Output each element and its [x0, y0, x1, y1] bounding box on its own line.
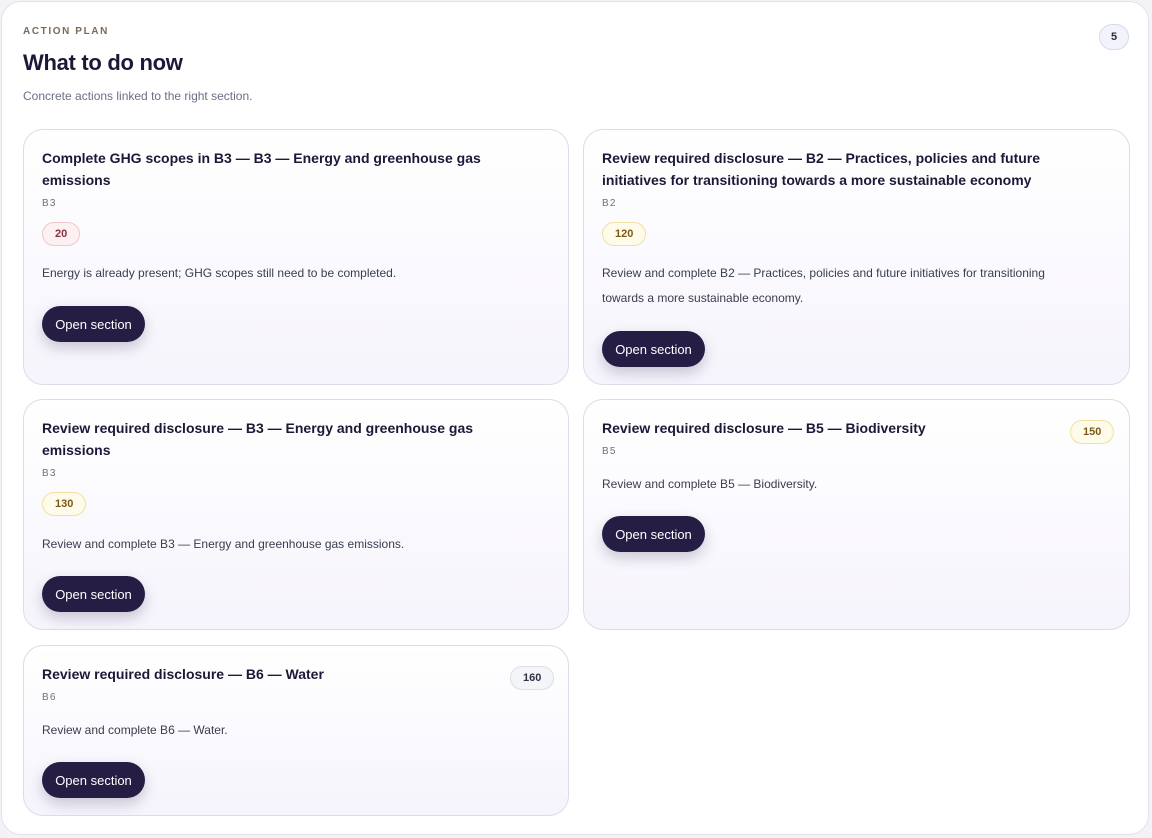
open-section-button[interactable]: Open section [602, 331, 705, 367]
card-title: Review required disclosure — B5 — Biodiv… [602, 420, 926, 436]
page-title: What to do now [23, 50, 183, 75]
card-title: Review required disclosure — B2 — Practi… [602, 150, 1041, 188]
action-card: Review required disclosure — B2 — Practi… [583, 129, 1130, 385]
action-card: Review required disclosure — B6 — Water … [23, 645, 569, 816]
card-section-code: B3 [42, 198, 57, 209]
open-section-button[interactable]: Open section [602, 516, 705, 552]
page-subtitle: Concrete actions linked to the right sec… [23, 89, 253, 103]
priority-badge: 160 [510, 666, 555, 690]
open-section-button[interactable]: Open section [42, 576, 145, 612]
section-eyebrow: ACTION PLAN [23, 26, 109, 37]
card-description: Review and complete B2 — Practices, poli… [602, 266, 1045, 305]
open-section-button[interactable]: Open section [42, 306, 145, 342]
card-description: Review and complete B6 — Water. [42, 723, 228, 737]
card-section-code: B2 [602, 198, 617, 209]
card-section-code: B5 [602, 446, 617, 457]
card-title: Review required disclosure — B6 — Water [42, 666, 324, 682]
card-title: Complete GHG scopes in B3 — B3 — Energy … [42, 150, 481, 188]
card-section-code: B6 [42, 692, 57, 703]
priority-badge: 150 [1070, 420, 1115, 444]
open-section-button[interactable]: Open section [42, 762, 145, 798]
priority-badge: 20 [42, 222, 81, 246]
action-card: Review required disclosure — B5 — Biodiv… [583, 399, 1130, 630]
priority-badge: 130 [42, 492, 87, 516]
card-section-code: B3 [42, 468, 57, 479]
action-card: Complete GHG scopes in B3 — B3 — Energy … [23, 129, 569, 385]
action-card: Review required disclosure — B3 — Energy… [23, 399, 569, 630]
action-plan-panel: ACTION PLAN What to do now Concrete acti… [1, 1, 1149, 835]
card-description: Review and complete B3 — Energy and gree… [42, 537, 405, 551]
card-title: Review required disclosure — B3 — Energy… [42, 420, 474, 458]
action-count-badge: 5 [1099, 24, 1129, 50]
priority-badge: 120 [602, 222, 647, 246]
card-description: Energy is already present; GHG scopes st… [42, 266, 397, 280]
card-description: Review and complete B5 — Biodiversity. [602, 477, 818, 491]
